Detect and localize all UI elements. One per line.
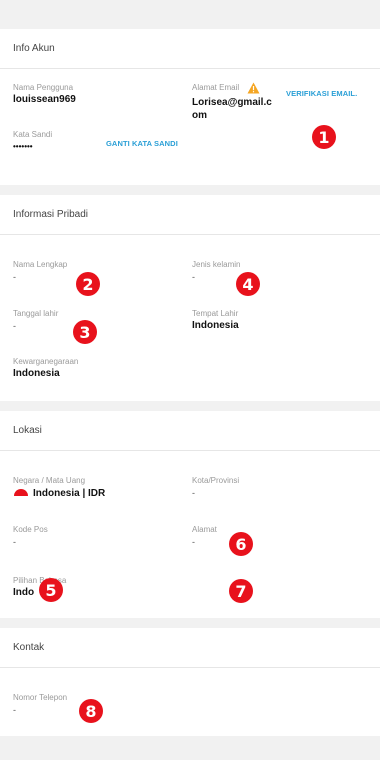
phone-value: - [13, 705, 16, 715]
address-value: - [192, 537, 195, 547]
fullname-value: - [13, 272, 16, 282]
birthplace-label: Tempat Lahir [192, 309, 239, 318]
marker-8: 8 [79, 699, 103, 723]
birthplace-value: Indonesia [192, 320, 239, 331]
fullname-field: Nama Lengkap - [13, 259, 67, 283]
birthplace-field: Tempat Lahir Indonesia [192, 308, 239, 332]
contact-card: Kontak Nomor Telepon - 8 [0, 628, 380, 736]
country-label: Negara / Mata Uang [13, 476, 86, 485]
postal-value: - [13, 537, 16, 547]
email-field: Alamat Email Lorisea@gmail.com [192, 82, 274, 122]
phone-label: Nomor Telepon [13, 693, 68, 702]
account-info-card: Info Akun Nama Pengguna louissean969 Ala… [0, 29, 380, 185]
marker-2: 2 [76, 272, 100, 296]
citizenship-field: Kewarganegaraan Indonesia [13, 356, 78, 380]
country-field: Negara / Mata Uang Indonesia | IDR [13, 475, 105, 500]
marker-6: 6 [229, 532, 253, 556]
verify-email-link[interactable]: VERIFIKASI EMAIL. [286, 89, 357, 98]
password-field: Kata Sandi ••••••• [13, 129, 52, 153]
personal-info-card: Informasi Pribadi Nama Lengkap - Jenis k… [0, 195, 380, 401]
gender-label: Jenis kelamin [192, 260, 241, 269]
marker-4: 4 [236, 272, 260, 296]
postal-field: Kode Pos - [13, 524, 48, 548]
indonesia-flag-icon [14, 488, 28, 496]
marker-5: 5 [39, 578, 63, 602]
email-label-row: Alamat Email [192, 82, 274, 94]
country-value-row: Indonesia | IDR [13, 487, 105, 500]
address-field: Alamat - [192, 524, 217, 548]
warning-icon [247, 82, 260, 94]
city-label: Kota/Provinsi [192, 476, 240, 485]
password-value: ••••••• [13, 142, 33, 151]
marker-7: 7 [229, 579, 253, 603]
postal-label: Kode Pos [13, 525, 48, 534]
change-password-link[interactable]: GANTI KATA SANDI [106, 139, 178, 148]
city-field: Kota/Provinsi - [192, 475, 239, 499]
location-header: Lokasi [0, 411, 380, 451]
gender-field: Jenis kelamin - [192, 259, 240, 283]
username-field: Nama Pengguna louissean969 [13, 82, 76, 106]
email-value: Lorisea@gmail.com [192, 97, 272, 121]
city-value: - [192, 488, 195, 498]
account-info-header: Info Akun [0, 29, 380, 69]
birthdate-label: Tanggal lahir [13, 309, 59, 318]
marker-3: 3 [73, 320, 97, 344]
citizenship-label: Kewarganegaraan [13, 357, 79, 366]
personal-info-header: Informasi Pribadi [0, 195, 380, 235]
username-value: louissean969 [13, 94, 76, 105]
username-label: Nama Pengguna [13, 83, 74, 92]
fullname-label: Nama Lengkap [13, 260, 68, 269]
gender-value: - [192, 272, 195, 282]
location-card: Lokasi Negara / Mata Uang Indonesia | ID… [0, 411, 380, 618]
phone-field: Nomor Telepon - [13, 692, 67, 716]
password-label: Kata Sandi [13, 130, 53, 139]
email-label: Alamat Email [192, 83, 240, 93]
citizenship-value: Indonesia [13, 368, 60, 379]
contact-header: Kontak [0, 628, 380, 668]
country-value: Indonesia | IDR [33, 488, 106, 499]
address-label: Alamat [192, 525, 217, 534]
birthdate-value: - [13, 321, 16, 331]
birthdate-field: Tanggal lahir - [13, 308, 58, 332]
marker-1: 1 [312, 125, 336, 149]
